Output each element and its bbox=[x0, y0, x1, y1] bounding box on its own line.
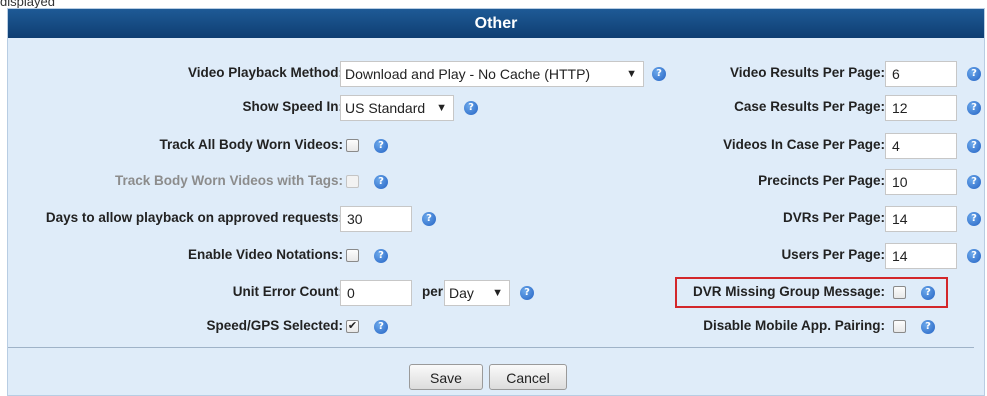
days-playback-input[interactable]: 30 bbox=[340, 206, 412, 232]
save-button[interactable]: Save bbox=[409, 364, 483, 390]
per-period-select[interactable]: Day ▼ bbox=[444, 280, 510, 306]
video-results-input[interactable]: 6 bbox=[885, 61, 957, 87]
video-playback-method-label: Video Playback Method: bbox=[187, 65, 343, 80]
days-playback-label: Days to allow playback on approved reque… bbox=[45, 210, 343, 225]
dropdown-arrow-icon: ▼ bbox=[436, 102, 447, 114]
track-bwv-tags-checkbox[interactable] bbox=[346, 175, 359, 188]
help-icon[interactable]: ? bbox=[374, 175, 388, 189]
disable-mobile-pairing-checkbox[interactable] bbox=[893, 320, 906, 333]
disable-mobile-pairing-label: Disable Mobile App. Pairing: bbox=[703, 318, 885, 333]
track-bwv-tags-label: Track Body Worn Videos with Tags: bbox=[114, 173, 343, 188]
dropdown-arrow-icon: ▼ bbox=[492, 287, 503, 299]
track-all-bwv-checkbox[interactable] bbox=[346, 139, 359, 152]
unit-error-count-label: Unit Error Count: bbox=[232, 284, 343, 299]
other-settings-panel: Other Video Playback Method: Download an… bbox=[7, 8, 985, 396]
help-icon[interactable]: ? bbox=[520, 286, 534, 300]
dvrs-input[interactable]: 14 bbox=[885, 206, 957, 232]
show-speed-in-label: Show Speed In: bbox=[242, 99, 343, 114]
help-icon[interactable]: ? bbox=[921, 286, 935, 300]
videos-in-case-label: Videos In Case Per Page: bbox=[723, 137, 885, 152]
dropdown-arrow-icon: ▼ bbox=[626, 68, 637, 80]
dvr-missing-group-label: DVR Missing Group Message: bbox=[692, 284, 885, 299]
help-icon[interactable]: ? bbox=[967, 249, 981, 263]
speed-gps-checkbox[interactable]: ✔ bbox=[346, 320, 359, 333]
precincts-label: Precincts Per Page: bbox=[758, 173, 885, 188]
unit-error-count-input[interactable]: 0 bbox=[340, 280, 412, 306]
help-icon[interactable]: ? bbox=[967, 67, 981, 81]
users-label: Users Per Page: bbox=[781, 247, 885, 262]
help-icon[interactable]: ? bbox=[967, 101, 981, 115]
case-results-label: Case Results Per Page: bbox=[734, 99, 885, 114]
help-icon[interactable]: ? bbox=[967, 212, 981, 226]
help-icon[interactable]: ? bbox=[967, 175, 981, 189]
video-results-label: Video Results Per Page: bbox=[729, 65, 885, 80]
dvrs-label: DVRs Per Page: bbox=[782, 210, 885, 225]
track-all-bwv-label: Track All Body Worn Videos: bbox=[159, 137, 343, 152]
help-icon[interactable]: ? bbox=[464, 101, 478, 115]
video-playback-method-value: Download and Play - No Cache (HTTP) bbox=[345, 66, 591, 82]
enable-notations-label: Enable Video Notations: bbox=[187, 247, 343, 262]
show-speed-in-value: US Standard bbox=[345, 100, 426, 116]
help-icon[interactable]: ? bbox=[967, 139, 981, 153]
help-icon[interactable]: ? bbox=[374, 249, 388, 263]
dvr-missing-group-checkbox[interactable] bbox=[893, 286, 906, 299]
video-playback-method-select[interactable]: Download and Play - No Cache (HTTP) ▼ bbox=[340, 61, 644, 87]
videos-in-case-input[interactable]: 4 bbox=[885, 133, 957, 159]
case-results-input[interactable]: 12 bbox=[885, 95, 957, 121]
enable-notations-checkbox[interactable] bbox=[346, 249, 359, 262]
panel-title: Other bbox=[8, 9, 984, 38]
users-input[interactable]: 14 bbox=[885, 243, 957, 269]
speed-gps-label: Speed/GPS Selected: bbox=[206, 318, 343, 333]
cancel-button[interactable]: Cancel bbox=[489, 364, 567, 390]
help-icon[interactable]: ? bbox=[374, 320, 388, 334]
help-icon[interactable]: ? bbox=[422, 212, 436, 226]
help-icon[interactable]: ? bbox=[374, 139, 388, 153]
help-icon[interactable]: ? bbox=[652, 67, 666, 81]
show-speed-in-select[interactable]: US Standard ▼ bbox=[340, 95, 454, 121]
help-icon[interactable]: ? bbox=[921, 320, 935, 334]
divider bbox=[8, 347, 974, 348]
per-period-value: Day bbox=[449, 285, 474, 301]
precincts-input[interactable]: 10 bbox=[885, 169, 957, 195]
